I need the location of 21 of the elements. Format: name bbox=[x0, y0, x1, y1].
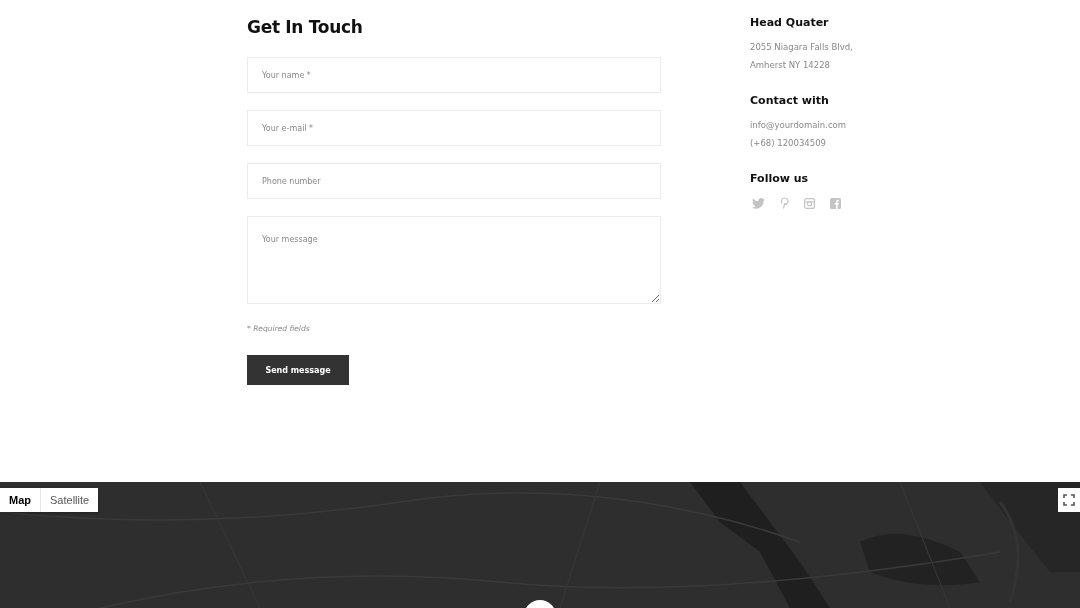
twitter-icon[interactable] bbox=[752, 197, 765, 209]
fullscreen-icon bbox=[1063, 494, 1075, 506]
map-type-tab[interactable]: Map bbox=[0, 488, 41, 512]
info-text: (+68) 120034509 bbox=[750, 137, 827, 150]
message-field[interactable]: Your message bbox=[247, 216, 661, 304]
input-field[interactable]: Phone number bbox=[247, 163, 661, 199]
info-heading: Head Quater bbox=[750, 16, 830, 29]
info-heading: Follow us bbox=[750, 172, 810, 185]
info-text: Amherst NY 14228 bbox=[750, 59, 831, 72]
instagram-icon[interactable] bbox=[804, 197, 815, 209]
pinterest-icon[interactable] bbox=[780, 197, 789, 209]
map-type-tab[interactable]: Satellite bbox=[41, 488, 99, 512]
fullscreen-button[interactable] bbox=[1058, 488, 1080, 512]
form-title: Get In Touch bbox=[247, 17, 364, 37]
input-field[interactable]: Your name * bbox=[247, 57, 661, 93]
info-text: 2055 Niagara Falls Blvd, bbox=[750, 41, 853, 54]
input-field[interactable]: Your e-mail * bbox=[247, 110, 661, 146]
send-button[interactable]: Send message bbox=[247, 355, 349, 385]
facebook-icon[interactable] bbox=[830, 197, 841, 209]
info-text: info@yourdomain.com bbox=[750, 119, 848, 132]
info-heading: Contact with bbox=[750, 94, 830, 107]
